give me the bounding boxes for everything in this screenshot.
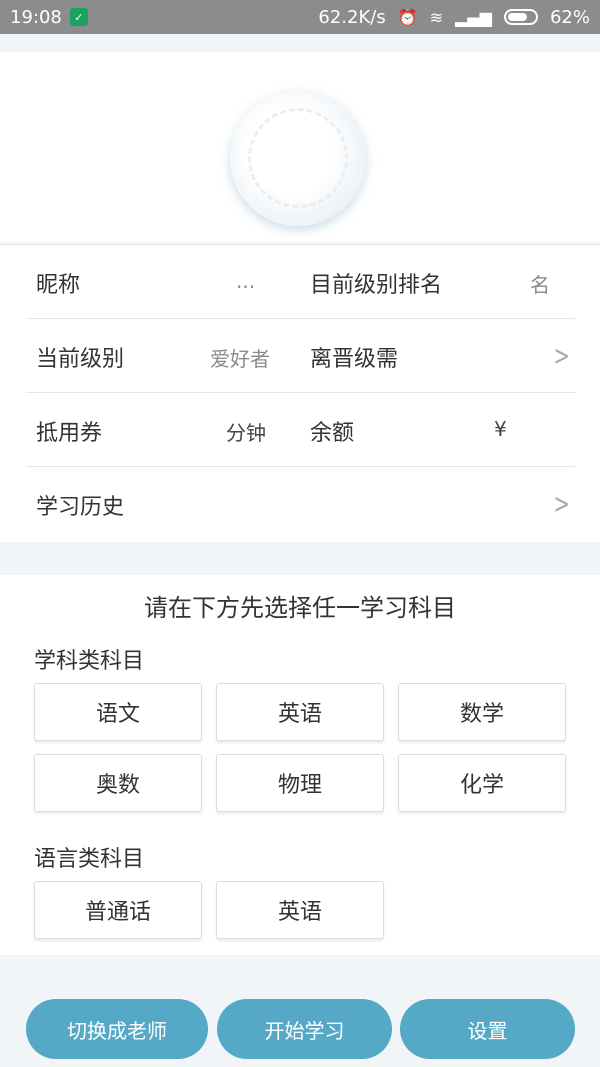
rank-value: 名 <box>530 273 550 297</box>
avatar-area <box>0 52 600 242</box>
subject-chinese-button[interactable]: 语文 <box>34 683 202 741</box>
start-learning-button[interactable]: 开始学习 <box>217 999 392 1059</box>
level-value: 爱好者 <box>210 347 270 371</box>
subject-math-button[interactable]: 数学 <box>398 683 566 741</box>
coupon-value: 分钟 <box>226 421 266 445</box>
upgrade-label: 离晋级需 <box>310 347 399 372</box>
wifi-icon: ≋ <box>429 7 444 27</box>
rank-label: 目前级别排名 <box>310 273 443 298</box>
row-coupon-balance: 抵用券 分钟 余额 ¥ <box>26 393 575 467</box>
subject-heading: 请在下方先选择任一学习科目 <box>144 594 456 622</box>
battery-percent: 62% <box>549 6 590 28</box>
row-history[interactable]: 学习历史 > <box>26 467 575 541</box>
balance-label: 余额 <box>310 421 355 446</box>
row-nickname-rank: 昵称 ... 目前级别排名 名 <box>26 245 575 319</box>
settings-button[interactable]: 设置 <box>400 999 575 1059</box>
shield-icon: ✓ <box>69 8 88 26</box>
subject-english-button[interactable]: 英语 <box>216 683 384 741</box>
subject-olympiad-math-button[interactable]: 奥数 <box>34 754 202 812</box>
profile-info: 昵称 ... 目前级别排名 名 当前级别 爱好者 离晋级需 > 抵用券 分钟 余… <box>0 244 600 542</box>
language-category-title: 语言类科目 <box>34 847 145 872</box>
signal-icon: ▂▄▆ <box>455 7 492 27</box>
alarm-icon: ⏰ <box>397 7 418 27</box>
status-time: 19:08 <box>10 6 62 28</box>
subject-english-language-button[interactable]: 英语 <box>216 881 384 939</box>
coupon-label: 抵用券 <box>36 421 103 446</box>
chevron-right-icon: > <box>553 487 570 520</box>
avatar-image <box>248 108 348 208</box>
history-label: 学习历史 <box>36 495 125 520</box>
chevron-right-icon: > <box>553 339 570 372</box>
academic-category-title: 学科类科目 <box>34 649 145 674</box>
row-level-upgrade[interactable]: 当前级别 爱好者 离晋级需 > <box>26 319 575 393</box>
avatar[interactable] <box>230 90 366 226</box>
balance-value: ¥ <box>494 417 507 441</box>
level-label: 当前级别 <box>36 347 125 372</box>
network-speed: 62.2K/s <box>318 6 386 28</box>
battery-icon <box>503 9 538 25</box>
subject-chemistry-button[interactable]: 化学 <box>398 754 566 812</box>
status-bar: 19:08 ✓ 62.2K/s ⏰ ≋ ▂▄▆ 62% <box>0 0 600 34</box>
nickname-value: ... <box>236 269 256 293</box>
subject-selection: 请在下方先选择任一学习科目 学科类科目 语文 英语 数学 奥数 物理 化学 语言… <box>0 575 600 955</box>
subject-physics-button[interactable]: 物理 <box>216 754 384 812</box>
switch-teacher-button[interactable]: 切换成老师 <box>26 999 208 1059</box>
nickname-label: 昵称 <box>36 273 81 298</box>
subject-mandarin-button[interactable]: 普通话 <box>34 881 202 939</box>
